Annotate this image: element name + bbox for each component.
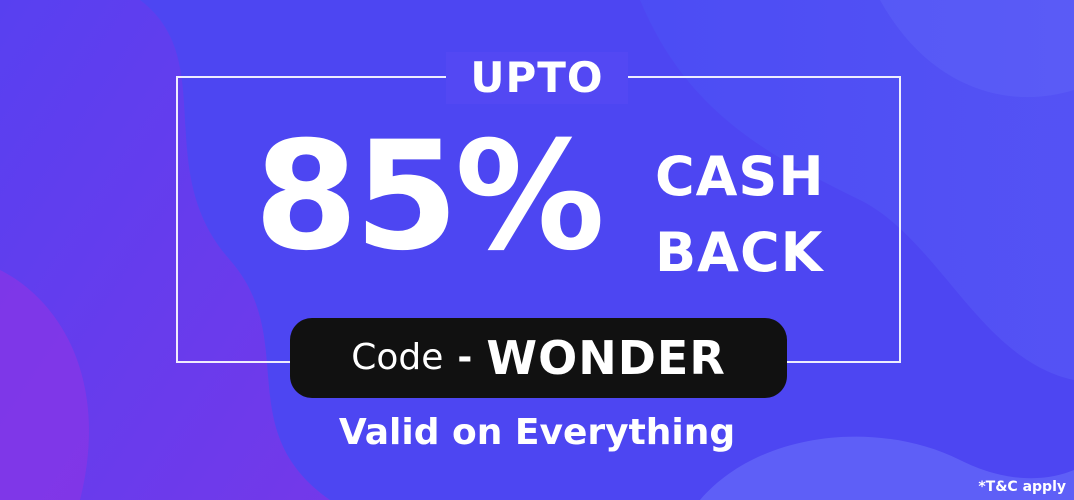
cash-label: CASH: [655, 145, 825, 208]
back-label: BACK: [655, 221, 824, 284]
terms-note[interactable]: *T&C apply: [978, 480, 1066, 494]
code-label: Code: [351, 337, 444, 378]
promo-code-pill[interactable]: Code - WONDER: [290, 318, 787, 398]
promo-code-value[interactable]: WONDER: [486, 335, 725, 381]
promo-banner: UPTO 85% CASH BACK Code - WONDER Valid o…: [0, 0, 1074, 500]
code-separator: -: [457, 337, 473, 378]
discount-percent: 85%: [254, 110, 605, 284]
validity-text: Valid on Everything: [338, 412, 736, 453]
upto-label: UPTO: [470, 53, 604, 102]
upto-label-wrap: UPTO: [446, 52, 628, 104]
